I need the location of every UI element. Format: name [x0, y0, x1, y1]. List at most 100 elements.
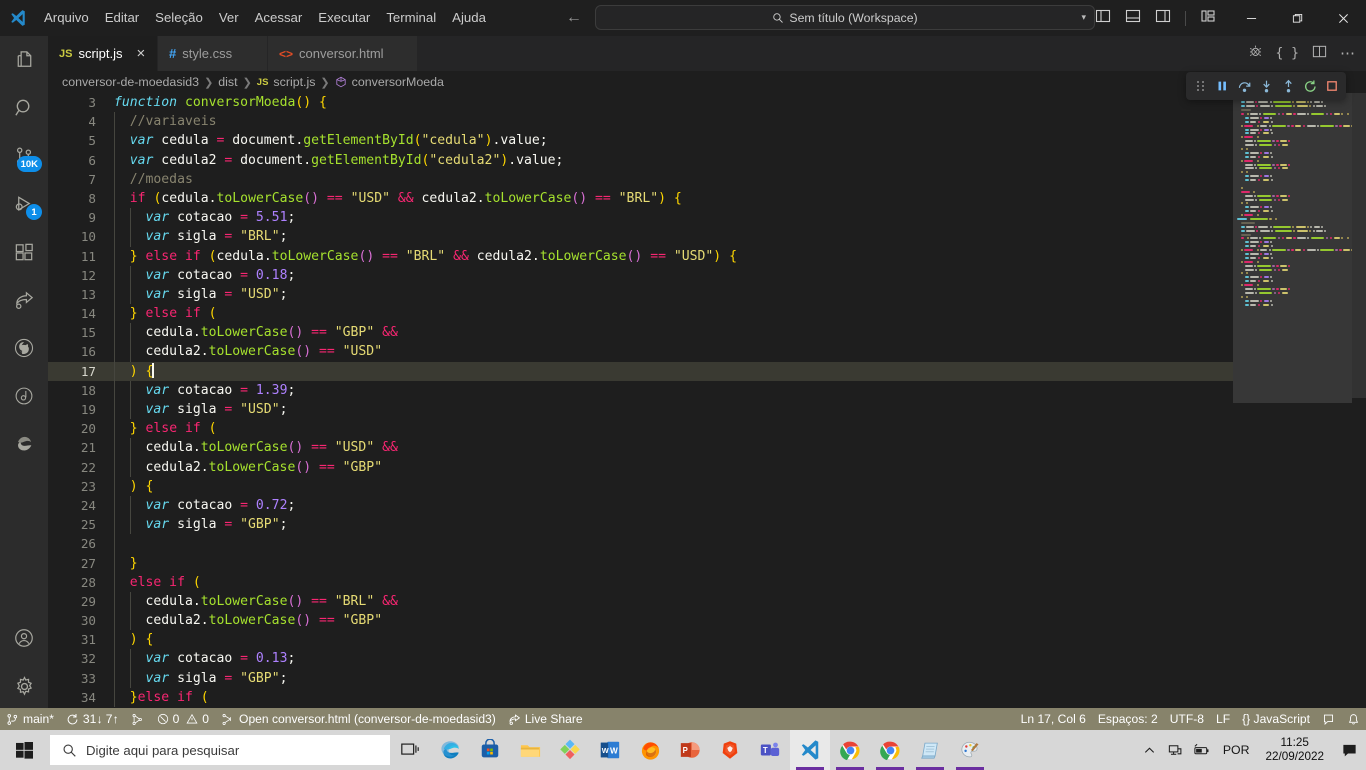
status-eol[interactable]: LF [1210, 708, 1236, 730]
code-line[interactable]: 3 function conversorMoeda() { [48, 93, 1233, 112]
menu-terminal[interactable]: Terminal [378, 6, 444, 30]
arrow-left-icon[interactable]: ← [566, 10, 582, 26]
show-hidden-icons-chevron[interactable] [1137, 730, 1163, 770]
pause-button[interactable] [1212, 75, 1232, 97]
status-feedback[interactable] [1316, 708, 1341, 730]
task-view-icon[interactable] [390, 730, 430, 770]
taskbar-app-visual-studio-code[interactable] [790, 730, 830, 770]
code-line[interactable]: 15 cedula.toLowerCase() == "GBP" && [48, 323, 1233, 343]
close-icon[interactable]: × [137, 46, 146, 61]
toggle-json-icon[interactable]: { } [1276, 46, 1299, 61]
sidebar-item-manage-settings[interactable] [0, 662, 48, 710]
code-line[interactable]: 34 }else if ( [48, 687, 1233, 707]
sidebar-item-explorer[interactable] [0, 36, 48, 84]
sidebar-item-search[interactable] [0, 84, 48, 132]
menu-selecao[interactable]: Seleção [147, 6, 211, 30]
code-line[interactable]: 11 } else if (cedula.toLowerCase() == "B… [48, 246, 1233, 266]
taskbar-app-paint[interactable] [950, 730, 990, 770]
clock[interactable]: 11:25 22/09/2022 [1258, 736, 1333, 764]
code-line[interactable]: 22 cedula2.toLowerCase() == "GBP" [48, 457, 1233, 477]
input-language[interactable]: POR [1215, 743, 1258, 757]
taskbar-app-firefox[interactable] [630, 730, 670, 770]
sidebar-item-source-control[interactable]: 10K [0, 132, 48, 180]
breadcrumb-symbol[interactable]: conversorMoeda [352, 75, 444, 89]
taskbar-app-powerpoint[interactable]: P [670, 730, 710, 770]
code-line[interactable]: 5 var cedula = document.getElementById("… [48, 131, 1233, 151]
breadcrumb-file[interactable]: script.js [273, 75, 315, 89]
taskbar-app-paint-3d[interactable] [550, 730, 590, 770]
menu-arquivo[interactable]: Arquivo [36, 6, 97, 30]
scrollbar-thumb[interactable] [1352, 93, 1366, 398]
tab-style-css[interactable]: # style.css × [158, 36, 268, 71]
menu-editar[interactable]: Editar [97, 6, 147, 30]
more-actions-icon[interactable]: ⋯ [1340, 46, 1356, 61]
toggle-panel-icon[interactable] [1125, 8, 1141, 29]
code-line[interactable]: 18 var cotacao = 1.39; [48, 380, 1233, 400]
tab-script-js[interactable]: JS script.js × [48, 36, 158, 71]
sidebar-item-github[interactable] [0, 324, 48, 372]
code-editor[interactable]: 3 function conversorMoeda() {4 //variavei… [48, 93, 1366, 708]
code-line[interactable]: 8 if (cedula.toLowerCase() == "USD" && c… [48, 188, 1233, 209]
editor-vertical-scrollbar[interactable] [1352, 93, 1366, 708]
code-line[interactable]: 32 var cotacao = 0.13; [48, 649, 1233, 669]
taskbar-app-file-explorer[interactable] [510, 730, 550, 770]
code-line[interactable]: 19 var sigla = "USD"; [48, 400, 1233, 420]
restart-button[interactable] [1300, 75, 1320, 97]
taskbar-app-brave-browser[interactable] [710, 730, 750, 770]
menu-ajuda[interactable]: Ajuda [444, 6, 494, 30]
restore-button[interactable] [1274, 0, 1320, 36]
code-line[interactable]: 25 var sigla = "GBP"; [48, 515, 1233, 535]
split-editor-icon[interactable] [1312, 44, 1327, 64]
code-line[interactable]: 6 var cedula2 = document.getElementById(… [48, 150, 1233, 170]
step-into-button[interactable] [1256, 75, 1276, 97]
step-out-button[interactable] [1278, 75, 1298, 97]
sidebar-item-live-share[interactable] [0, 276, 48, 324]
battery-icon[interactable] [1189, 730, 1215, 770]
drag-handle-icon[interactable] [1190, 75, 1210, 97]
code-line[interactable]: 33 var sigla = "GBP"; [48, 668, 1233, 688]
sidebar-item-accounts[interactable] [0, 614, 48, 662]
toggle-secondary-sidebar-icon[interactable] [1155, 8, 1171, 29]
taskbar-app-microsoft-store[interactable] [470, 730, 510, 770]
code-line[interactable]: 16 cedula2.toLowerCase() == "USD" [48, 342, 1233, 362]
status-indentation[interactable]: Espaços: 2 [1092, 708, 1164, 730]
status-sync-changes[interactable]: 31↓ 7↑ [60, 708, 125, 730]
sidebar-item-run-and-debug[interactable]: 1 [0, 180, 48, 228]
taskbar-app-notepad[interactable] [910, 730, 950, 770]
notification-center-icon[interactable] [1332, 730, 1366, 770]
code-line[interactable]: 7 //moedas [48, 169, 1233, 189]
code-line[interactable]: 21 cedula.toLowerCase() == "USD" && [48, 438, 1233, 458]
status-language-mode[interactable]: {} JavaScript [1236, 708, 1316, 730]
menu-ver[interactable]: Ver [211, 6, 247, 30]
minimize-button[interactable] [1228, 0, 1274, 36]
code-line[interactable]: 14 } else if ( [48, 304, 1233, 324]
code-lines[interactable]: 3 function conversorMoeda() {4 //variavei… [48, 93, 1233, 708]
command-center-search[interactable]: Sem título (Workspace) ▾ [595, 5, 1095, 30]
code-line[interactable]: 24 var cotacao = 0.72; [48, 495, 1233, 516]
code-line[interactable]: 28 else if ( [48, 572, 1233, 592]
chevron-down-icon[interactable]: ▾ [1081, 12, 1086, 23]
code-line[interactable]: 13 var sigla = "USD"; [48, 284, 1233, 305]
status-problems[interactable]: 0 0 [151, 708, 215, 730]
status-remote-branch[interactable]: main* [0, 708, 60, 730]
menu-executar[interactable]: Executar [310, 6, 378, 30]
status-notifications-bell-icon[interactable] [1341, 708, 1366, 730]
code-line[interactable]: 26 [48, 534, 1233, 554]
minimap[interactable] [1233, 93, 1352, 708]
code-line[interactable]: 27 } [48, 553, 1233, 573]
status-open-browser-preview[interactable]: Open conversor.html (conversor-de-moedas… [215, 708, 502, 730]
code-line[interactable]: 12 var cotacao = 0.18; [48, 265, 1233, 285]
code-line[interactable]: 10 var sigla = "BRL"; [48, 227, 1233, 247]
close-button[interactable] [1320, 0, 1366, 36]
status-live-share[interactable]: Live Share [502, 708, 589, 730]
breadcrumb-dist[interactable]: dist [218, 75, 237, 89]
taskbar-app-microsoft-word[interactable]: WW [590, 730, 630, 770]
taskbar-app-google-chrome-2[interactable] [870, 730, 910, 770]
code-line[interactable]: 23 ) { [48, 476, 1233, 496]
sidebar-item-sound[interactable] [0, 372, 48, 420]
tab-conversor-html[interactable]: <> conversor.html × [268, 36, 419, 71]
taskbar-app-microsoft-edge[interactable] [430, 730, 470, 770]
code-line[interactable]: 29 cedula.toLowerCase() == "BRL" && [48, 591, 1233, 612]
windows-logo-icon[interactable] [0, 730, 48, 770]
taskbar-app-google-chrome[interactable] [830, 730, 870, 770]
